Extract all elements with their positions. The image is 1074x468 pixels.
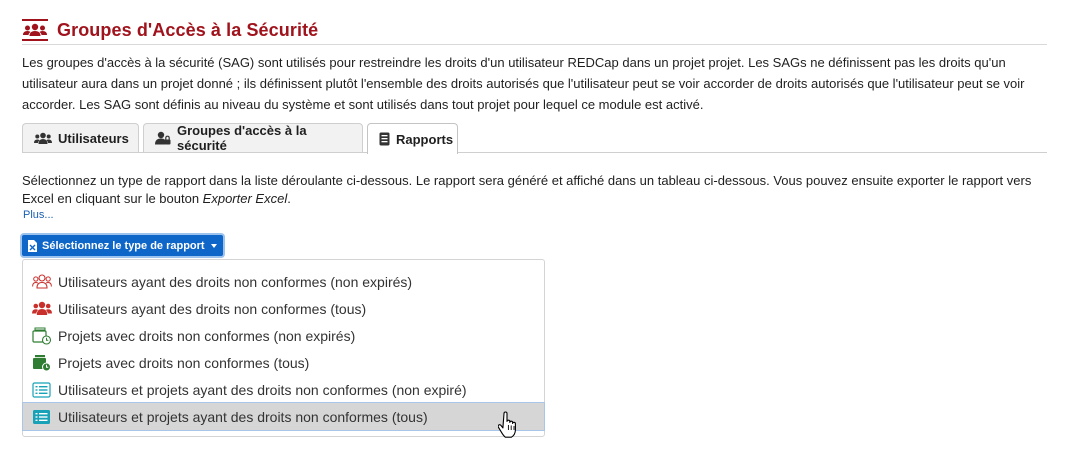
folder-clock-solid-icon	[32, 354, 52, 372]
tab-security-groups-label: Groupes d'accès à la sécurité	[177, 123, 307, 153]
page-title: Groupes d'Accès à la Sécurité	[57, 19, 319, 40]
menu-item-label: Projets avec droits non conformes (tous)	[58, 354, 310, 371]
menu-item-label: Projets avec droits non conformes (non e…	[58, 327, 356, 344]
users-group-icon	[22, 19, 48, 41]
menu-item-label: Utilisateurs et projets ayant des droits…	[58, 408, 428, 425]
reports-description-text: Sélectionnez un type de rapport dans la …	[22, 173, 1032, 206]
list-solid-icon	[32, 408, 52, 426]
report-type-dropdown-label: Sélectionnez le type de rapport	[42, 239, 205, 252]
more-link[interactable]: Plus...	[23, 209, 54, 221]
list-outline-icon	[32, 381, 52, 399]
export-excel-reference: Exporter Excel	[202, 191, 288, 206]
folder-clock-outline-icon	[32, 327, 52, 345]
report-type-menu: Utilisateurs ayant des droits non confor…	[22, 259, 545, 437]
users-solid-icon	[32, 300, 52, 318]
page: Groupes d'Accès à la Sécurité Les groupe…	[0, 0, 1074, 468]
tab-security-groups[interactable]: Groupes d'accès à la sécurité	[143, 123, 363, 153]
users-outline-icon	[32, 273, 52, 291]
user-lock-icon	[155, 131, 171, 145]
intro-paragraph: Les groupes d'accès à la sécurité (SAG) …	[22, 55, 1025, 112]
excel-file-icon	[28, 239, 37, 252]
reports-description-end: .	[287, 191, 291, 206]
reports-description: Sélectionnez un type de rapport dans la …	[22, 172, 1032, 208]
menu-item-projects-nonconforming-unexpired[interactable]: Projets avec droits non conformes (non e…	[23, 322, 544, 349]
caret-down-icon	[210, 243, 217, 248]
tab-bar: Utilisateurs Groupes d'accès à la sécuri…	[22, 123, 1047, 154]
menu-item-users-nonconforming-all[interactable]: Utilisateurs ayant des droits non confor…	[23, 295, 544, 322]
report-icon	[379, 132, 390, 146]
menu-item-users-nonconforming-unexpired[interactable]: Utilisateurs ayant des droits non confor…	[23, 268, 544, 295]
menu-item-label: Utilisateurs ayant des droits non confor…	[58, 273, 413, 290]
menu-item-users-projects-nonconforming-all[interactable]: Utilisateurs et projets ayant des droits…	[22, 402, 545, 431]
header-divider	[22, 44, 1047, 45]
menu-item-users-projects-nonconforming-unexpired[interactable]: Utilisateurs et projets ayant des droits…	[23, 376, 544, 403]
page-header: Groupes d'Accès à la Sécurité	[22, 19, 318, 41]
menu-item-label: Utilisateurs et projets ayant des droits…	[58, 381, 467, 398]
hand-pointer-icon	[498, 411, 516, 438]
users-icon	[34, 132, 52, 144]
tab-reports[interactable]: Rapports	[367, 123, 458, 154]
tab-users-label: Utilisateurs	[58, 130, 129, 146]
report-type-dropdown-button[interactable]: Sélectionnez le type de rapport	[22, 235, 223, 256]
tab-reports-label: Rapports	[396, 131, 454, 147]
tab-users[interactable]: Utilisateurs	[22, 123, 139, 152]
menu-item-label: Utilisateurs ayant des droits non confor…	[58, 300, 367, 317]
menu-item-projects-nonconforming-all[interactable]: Projets avec droits non conformes (tous)	[23, 349, 544, 376]
